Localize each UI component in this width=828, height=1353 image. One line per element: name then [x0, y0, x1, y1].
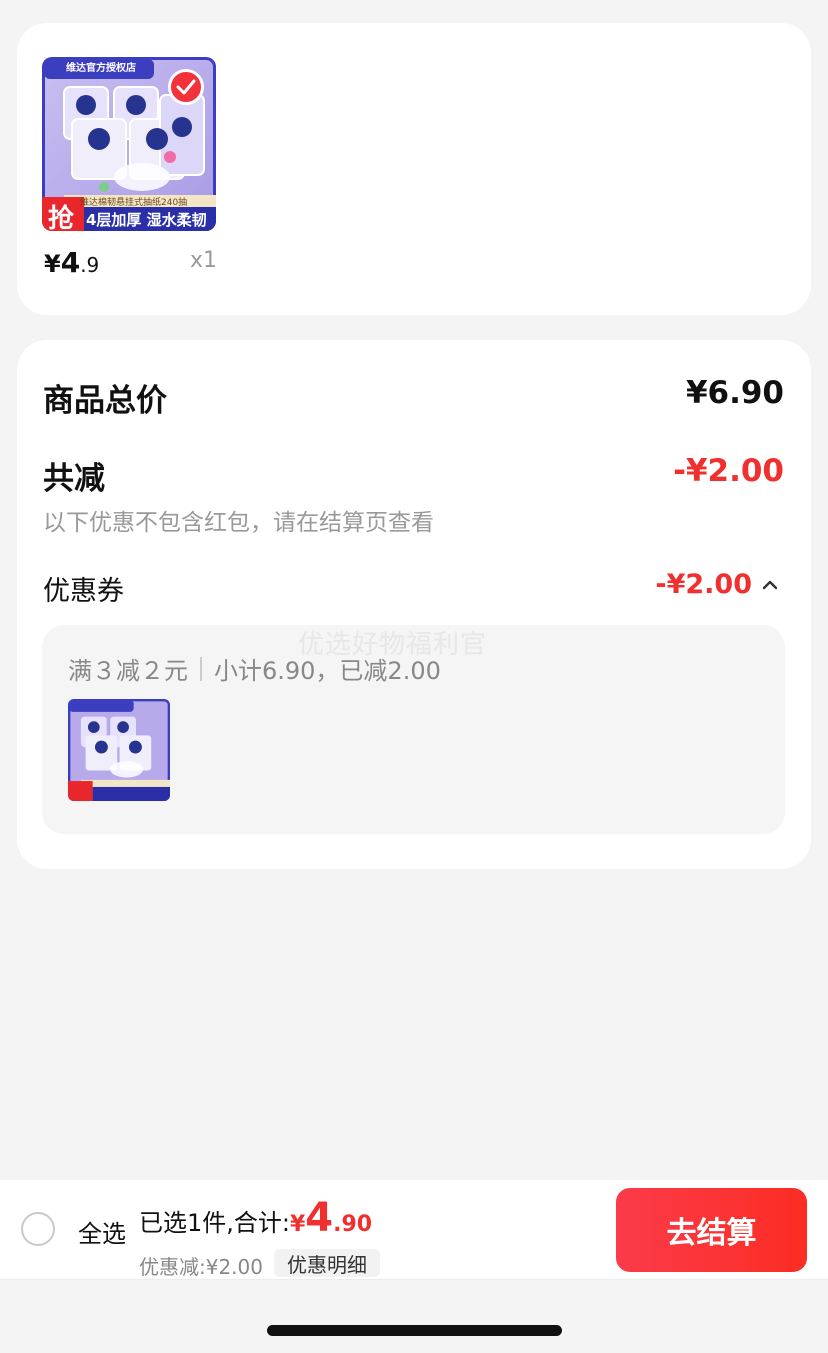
total-reduce-value: -¥2.00 — [673, 453, 784, 489]
discount-detail-button[interactable]: 优惠明细 — [274, 1249, 380, 1277]
selected-summary: 已选1件,合计: ¥ 4 .90 — [139, 1198, 372, 1238]
product-price: ¥ 4 .9 — [44, 246, 99, 279]
product-image-store-text: 维达官方授权店 — [66, 63, 136, 74]
discount-amount: 优惠减:¥2.00 — [139, 1255, 263, 1279]
total-integer: 4 — [305, 1195, 334, 1241]
total-price-value: ¥6.90 — [685, 375, 784, 411]
watermark: 优选好物福利官 — [298, 630, 488, 660]
coupon-rule: 满３减２元 — [68, 657, 188, 685]
discount-note: 以下优惠不包含红包，请在结算页查看 — [43, 510, 434, 536]
home-indicator[interactable] — [267, 1325, 562, 1336]
coupon-label: 优惠券 — [43, 576, 124, 607]
cart-page: 维达官方授权店 维达棉韧悬挂式抽纸240抽 抢 4层加厚 湿水柔韧 ¥ 4 .9… — [0, 0, 828, 1353]
total-reduce-label: 共减 — [43, 461, 105, 497]
price-decimal: .9 — [80, 253, 100, 277]
price-integer: 4 — [60, 246, 81, 279]
total-price-label: 商品总价 — [43, 383, 167, 419]
product-selected-check-icon[interactable] — [168, 69, 204, 105]
select-all-label[interactable]: 全选 — [78, 1214, 126, 1249]
chevron-up-icon — [762, 580, 778, 589]
select-all-radio[interactable] — [21, 1212, 55, 1246]
price-currency: ¥ — [44, 250, 61, 278]
coupon-divider — [200, 656, 202, 681]
cart-total-price: ¥ 4 .90 — [290, 1198, 372, 1238]
product-image-tagline: 4层加厚 湿水柔韧 — [86, 211, 207, 229]
total-currency: ¥ — [289, 1212, 306, 1237]
coupon-product-thumbnail[interactable] — [68, 699, 170, 801]
product-quantity: x1 — [190, 248, 218, 273]
coupon-toggle[interactable]: -¥2.00 — [655, 569, 778, 600]
checkout-button[interactable]: 去结算 — [616, 1188, 807, 1272]
coupon-value: -¥2.00 — [655, 569, 752, 600]
product-image-banner-text: 维达棉韧悬挂式抽纸240抽 — [80, 198, 188, 208]
selected-count-text: 已选1件,合计: — [139, 1209, 290, 1237]
total-decimal: .90 — [333, 1212, 373, 1237]
product-image-badge: 抢 — [48, 204, 75, 234]
